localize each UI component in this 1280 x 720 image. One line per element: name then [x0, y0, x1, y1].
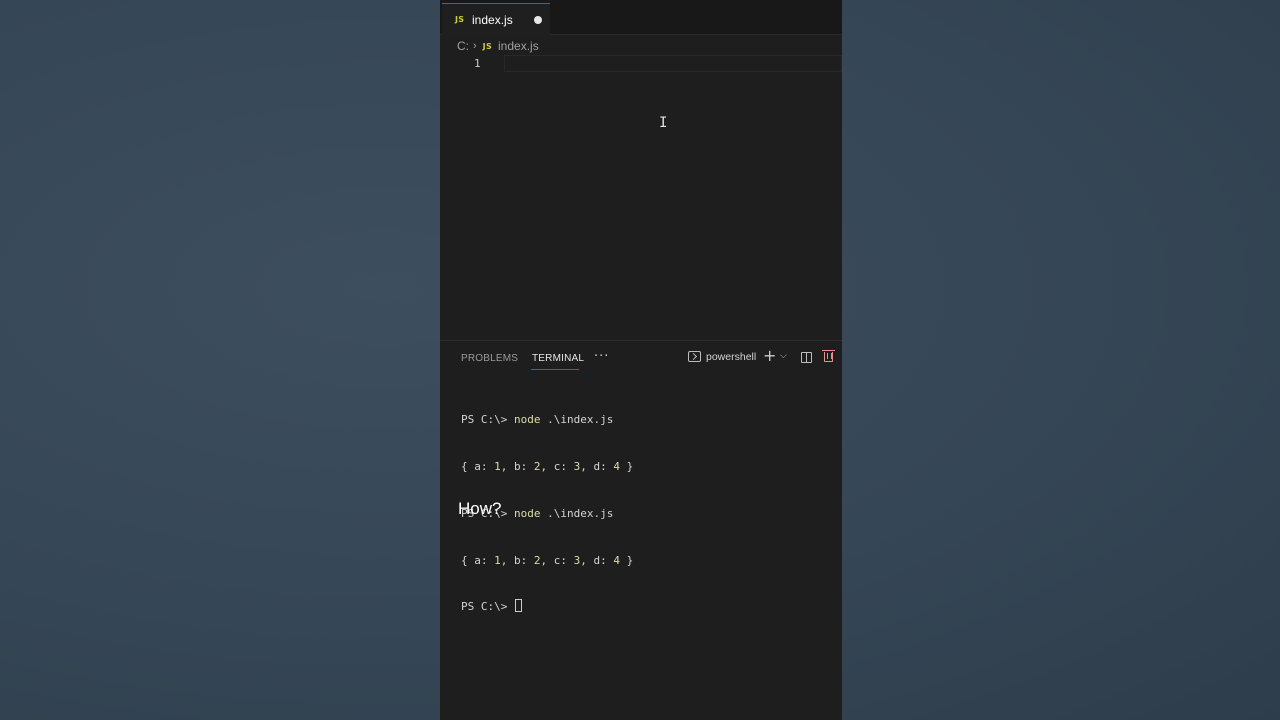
kill-terminal-icon[interactable] — [822, 350, 835, 362]
javascript-file-icon: JS — [482, 41, 493, 51]
breadcrumb: C: › JS index.js — [457, 38, 539, 54]
split-terminal-icon[interactable] — [801, 352, 812, 363]
terminal-cursor — [514, 599, 522, 613]
active-tab-indicator — [531, 369, 579, 370]
tab-label: index.js — [472, 13, 513, 27]
vscode-window: JS index.js C: › JS index.js 1 I PROBLEM… — [440, 0, 842, 720]
terminal-prompt: PS C:\> — [461, 600, 508, 614]
terminal-command: node — [513, 413, 541, 427]
current-line-highlight — [504, 55, 842, 72]
breadcrumb-file[interactable]: index.js — [498, 39, 539, 53]
chevron-down-icon[interactable]: ⌵ — [780, 351, 787, 361]
terminal-command: node — [513, 506, 541, 520]
terminal-args: .\index.js — [547, 506, 614, 520]
tab-problems[interactable]: PROBLEMS — [461, 353, 518, 364]
terminal-line: { a: 1, b: 2, c: 3, d: 4 } — [461, 459, 633, 475]
editor-tab-bar: JS index.js — [440, 0, 842, 35]
video-caption: How? — [458, 499, 502, 518]
terminal-args: .\index.js — [547, 413, 614, 427]
editor-tab-index-js[interactable]: JS index.js — [442, 3, 550, 35]
terminal-icon — [688, 351, 701, 362]
unsaved-dot-icon[interactable] — [534, 16, 542, 24]
terminal-line: PS C:\> node .\index.js — [461, 412, 633, 428]
terminal-output-text: { a: 1, b: 2, c: 3, d: 4 } — [461, 553, 634, 567]
code-editor[interactable]: 1 I — [440, 55, 842, 340]
tab-terminal[interactable]: TERMINAL — [532, 353, 584, 364]
terminal-prompt: PS C:\> — [461, 413, 508, 427]
terminal-line: PS C:\> — [461, 599, 633, 615]
more-actions-icon[interactable]: ··· — [594, 349, 609, 364]
terminal-output-text: { a: 1, b: 2, c: 3, d: 4 } — [461, 459, 634, 473]
chevron-right-icon: › — [473, 40, 477, 52]
text-cursor-icon: I — [659, 115, 668, 131]
new-terminal-icon[interactable]: + — [763, 346, 776, 365]
line-number: 1 — [474, 57, 481, 70]
shell-selector[interactable]: powershell — [706, 351, 756, 363]
terminal-line: { a: 1, b: 2, c: 3, d: 4 } — [461, 553, 633, 569]
panel-header: PROBLEMS TERMINAL ··· powershell + ⌵ — [440, 341, 842, 375]
breadcrumb-drive[interactable]: C: — [457, 39, 469, 53]
javascript-file-icon: JS — [455, 15, 465, 24]
